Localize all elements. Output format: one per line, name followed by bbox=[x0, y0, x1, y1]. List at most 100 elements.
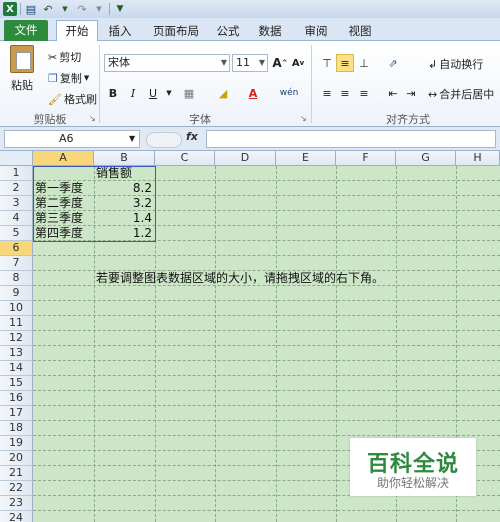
row-header-18[interactable]: 18 bbox=[0, 421, 33, 436]
underline-icon: U bbox=[148, 86, 158, 100]
wrap-text-button[interactable]: ↲ 自动换行 bbox=[428, 56, 483, 72]
row-header-17[interactable]: 17 bbox=[0, 406, 33, 421]
row-header-9[interactable]: 9 bbox=[0, 286, 33, 301]
row-header-16[interactable]: 16 bbox=[0, 391, 33, 406]
tab-insert[interactable]: 插入 bbox=[102, 21, 138, 41]
align-middle-button[interactable]: ≡ bbox=[336, 54, 354, 72]
underline-dropdown[interactable]: ▼ bbox=[160, 84, 178, 102]
gridline bbox=[33, 300, 500, 301]
row-header-22[interactable]: 22 bbox=[0, 481, 33, 496]
shrink-font-icon: A bbox=[291, 57, 300, 69]
name-box[interactable]: A6 ▼ bbox=[4, 130, 140, 148]
tab-file[interactable]: 文件 bbox=[4, 20, 48, 41]
row-header-6[interactable]: 6 bbox=[0, 241, 33, 256]
align-left-button[interactable]: ≡ bbox=[318, 84, 336, 102]
align-center-button[interactable]: ≡ bbox=[336, 84, 354, 102]
align-left-icon: ≡ bbox=[322, 86, 332, 100]
row-header-11[interactable]: 11 bbox=[0, 316, 33, 331]
row-header-20[interactable]: 20 bbox=[0, 451, 33, 466]
row-header-21[interactable]: 21 bbox=[0, 466, 33, 481]
chart-data-range-outline[interactable] bbox=[33, 166, 156, 242]
grow-font-button[interactable]: A ^ bbox=[271, 54, 289, 72]
row-header-5[interactable]: 5 bbox=[0, 226, 33, 241]
align-right-icon: ≡ bbox=[359, 86, 369, 100]
formula-input[interactable] bbox=[206, 130, 496, 148]
column-header-h[interactable]: H bbox=[456, 151, 500, 166]
tab-data[interactable]: 数据 bbox=[252, 21, 288, 41]
dialog-launcher-icon[interactable]: ↘ bbox=[89, 114, 96, 123]
row-header-10[interactable]: 10 bbox=[0, 301, 33, 316]
alignment-group-label: 对齐方式 bbox=[386, 113, 430, 126]
tab-page-layout[interactable]: 页面布局 bbox=[148, 21, 204, 41]
bold-icon: B bbox=[108, 86, 118, 100]
toolbar-divider bbox=[109, 3, 110, 15]
decrease-indent-button[interactable]: ⇤ bbox=[384, 84, 402, 102]
shrink-font-button[interactable]: Av bbox=[289, 54, 307, 72]
copy-icon: ❐ bbox=[48, 71, 58, 85]
row-header-8[interactable]: 8 bbox=[0, 271, 33, 286]
dropdown-arrow-icon[interactable]: ▼ bbox=[58, 2, 72, 16]
row-header-24[interactable]: 24 bbox=[0, 511, 33, 522]
grow-font-icon: A bbox=[272, 56, 282, 70]
column-header-d[interactable]: D bbox=[215, 151, 276, 166]
row-header-19[interactable]: 19 bbox=[0, 436, 33, 451]
toolbar-divider bbox=[20, 3, 21, 15]
phonetic-button[interactable]: wén bbox=[280, 84, 299, 102]
tab-view[interactable]: 视图 bbox=[342, 21, 378, 41]
row-header-7[interactable]: 7 bbox=[0, 256, 33, 271]
align-top-button[interactable]: ⊤ bbox=[318, 54, 336, 72]
column-header-c[interactable]: C bbox=[155, 151, 215, 166]
merge-center-button[interactable]: ↔ 合并后居中 bbox=[428, 86, 494, 102]
font-color-icon: A bbox=[248, 86, 258, 100]
font-color-button[interactable]: A bbox=[244, 84, 262, 102]
font-name-select[interactable]: 宋体 ▼ bbox=[104, 54, 230, 72]
align-middle-icon: ≡ bbox=[340, 56, 350, 70]
italic-icon: I bbox=[130, 86, 136, 100]
row-header-14[interactable]: 14 bbox=[0, 361, 33, 376]
copy-button[interactable]: ❐ 复制 ▼ bbox=[48, 70, 89, 86]
font-size-select[interactable]: 11 ▼ bbox=[232, 54, 268, 72]
format-painter-button[interactable]: 🖌 格式刷 bbox=[48, 91, 97, 107]
row-header-13[interactable]: 13 bbox=[0, 346, 33, 361]
increase-indent-button[interactable]: ⇥ bbox=[402, 84, 420, 102]
column-header-f[interactable]: F bbox=[336, 151, 396, 166]
dropdown-arrow-icon: ▼ bbox=[166, 89, 172, 97]
row-header-4[interactable]: 4 bbox=[0, 211, 33, 226]
column-header-e[interactable]: E bbox=[276, 151, 336, 166]
customize-icon[interactable]: ▼ bbox=[113, 2, 127, 16]
fill-color-button[interactable]: ◢ bbox=[214, 84, 232, 102]
select-all-corner[interactable] bbox=[0, 151, 33, 166]
orientation-button[interactable]: ⇗ bbox=[384, 54, 402, 72]
row-header-1[interactable]: 1 bbox=[0, 166, 33, 181]
redo-icon[interactable]: ↷ bbox=[75, 2, 89, 16]
row-header-3[interactable]: 3 bbox=[0, 196, 33, 211]
merge-center-label: 合并后居中 bbox=[439, 88, 495, 101]
tab-review[interactable]: 审阅 bbox=[298, 21, 334, 41]
undo-icon[interactable]: ↶ bbox=[41, 2, 55, 16]
excel-logo-icon: X bbox=[3, 2, 17, 16]
dropdown-arrow-icon[interactable]: ▼ bbox=[92, 2, 106, 16]
gridline bbox=[33, 330, 500, 331]
font-group-label: 字体 bbox=[189, 113, 211, 126]
column-header-a[interactable]: A bbox=[33, 151, 94, 166]
border-button[interactable]: ▦ bbox=[180, 84, 198, 102]
dialog-launcher-icon[interactable]: ↘ bbox=[300, 114, 307, 123]
align-right-button[interactable]: ≡ bbox=[355, 84, 373, 102]
column-header-g[interactable]: G bbox=[396, 151, 456, 166]
column-header-b[interactable]: B bbox=[94, 151, 155, 166]
row-header-2[interactable]: 2 bbox=[0, 181, 33, 196]
paste-button[interactable]: 粘贴 bbox=[10, 45, 34, 93]
cut-button[interactable]: ✂ 剪切 bbox=[48, 49, 81, 65]
row-header-15[interactable]: 15 bbox=[0, 376, 33, 391]
tab-home[interactable]: 开始 bbox=[56, 20, 98, 41]
row-header-23[interactable]: 23 bbox=[0, 496, 33, 511]
save-icon[interactable]: ▤ bbox=[24, 2, 38, 16]
bold-button[interactable]: B bbox=[104, 84, 122, 102]
tab-formulas[interactable]: 公式 bbox=[210, 21, 246, 41]
fx-icon[interactable]: fx bbox=[186, 130, 198, 143]
italic-button[interactable]: I bbox=[124, 84, 142, 102]
cell-b8[interactable]: 若要调整图表数据区域的大小，请拖拽区域的右下角。 bbox=[96, 271, 384, 286]
cut-label: 剪切 bbox=[59, 51, 82, 64]
row-header-12[interactable]: 12 bbox=[0, 331, 33, 346]
align-bottom-button[interactable]: ⊥ bbox=[355, 54, 373, 72]
